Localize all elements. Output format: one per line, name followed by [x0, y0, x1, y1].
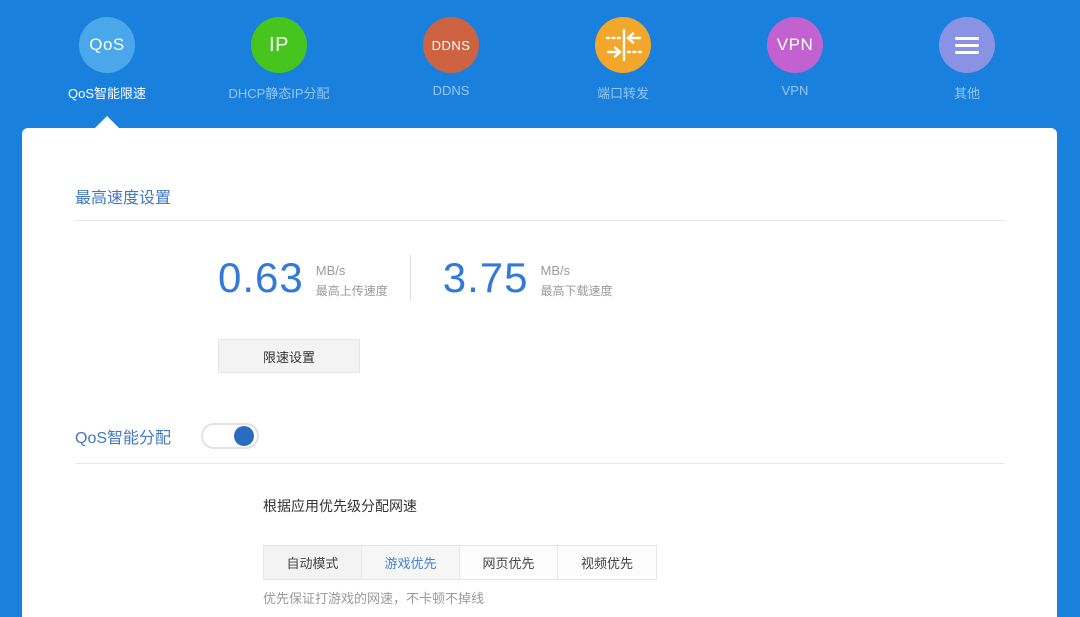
divider	[75, 220, 1005, 221]
mode-web[interactable]: 网页优先	[460, 546, 558, 579]
mode-auto[interactable]: 自动模式	[264, 546, 362, 579]
ip-icon: IP	[251, 17, 307, 73]
qos-icon-text: QoS	[89, 35, 125, 55]
upload-speed-label: 最高上传速度	[316, 282, 388, 299]
active-tab-notch	[95, 116, 119, 128]
max-speed-section-title: 最高速度设置	[75, 184, 171, 208]
tab-label-ddns: DDNS	[433, 83, 470, 98]
tab-dhcp[interactable]: IP DHCP静态IP分配	[193, 0, 365, 128]
vpn-icon: VPN	[767, 17, 823, 73]
tab-label-dhcp: DHCP静态IP分配	[228, 83, 329, 102]
hamburger-icon	[939, 17, 995, 73]
tab-qos[interactable]: QoS QoS智能限速	[21, 0, 193, 128]
mode-selector: 自动模式 游戏优先 网页优先 视频优先	[263, 545, 657, 580]
divider	[75, 463, 1005, 464]
upload-speed-readout: 0.63 MB/s 最高上传速度	[218, 254, 388, 302]
vertical-divider	[410, 255, 411, 301]
limit-settings-button[interactable]: 限速设置	[218, 339, 360, 373]
download-speed-unit: MB/s	[541, 263, 613, 278]
port-forward-glyph	[595, 17, 651, 73]
download-speed-readout: 3.75 MB/s 最高下载速度	[443, 254, 613, 302]
mode-video[interactable]: 视频优先	[558, 546, 656, 579]
speed-readouts: 0.63 MB/s 最高上传速度 3.75 MB/s 最高下载速度	[218, 254, 613, 302]
hamburger-lines	[955, 37, 979, 54]
ddns-icon: DDNS	[423, 17, 479, 73]
tab-other[interactable]: 其他	[881, 0, 1053, 128]
port-forward-icon	[595, 17, 651, 73]
main-panel: 最高速度设置 0.63 MB/s 最高上传速度 3.75 MB/s 最高下载速度…	[22, 128, 1057, 617]
qos-toggle[interactable]	[201, 423, 259, 449]
toggle-knob	[234, 426, 254, 446]
mode-game[interactable]: 游戏优先	[362, 546, 460, 579]
mode-hint-text: 优先保证打游戏的网速，不卡顿不掉线	[263, 588, 484, 607]
qos-section-title: QoS智能分配	[75, 424, 171, 448]
tab-label-vpn: VPN	[782, 83, 809, 98]
ip-icon-text: IP	[269, 34, 289, 57]
qos-allocation-row: QoS智能分配	[75, 423, 259, 449]
tab-port-forward[interactable]: 端口转发	[537, 0, 709, 128]
vpn-icon-text: VPN	[777, 35, 813, 55]
tab-label-other: 其他	[954, 83, 980, 102]
upload-speed-unit: MB/s	[316, 263, 388, 278]
tab-vpn[interactable]: VPN VPN	[709, 0, 881, 128]
download-speed-value: 3.75	[443, 254, 529, 302]
ddns-icon-text: DDNS	[432, 38, 471, 53]
upload-speed-value: 0.63	[218, 254, 304, 302]
header-nav: QoS QoS智能限速 IP DHCP静态IP分配 DDNS DDNS	[0, 0, 1080, 128]
download-speed-label: 最高下载速度	[541, 282, 613, 299]
priority-subtitle: 根据应用优先级分配网速	[263, 496, 417, 516]
tab-ddns[interactable]: DDNS DDNS	[365, 0, 537, 128]
tab-label-port-forward: 端口转发	[597, 83, 649, 102]
tab-label-qos: QoS智能限速	[68, 83, 146, 102]
qos-icon: QoS	[79, 17, 135, 73]
